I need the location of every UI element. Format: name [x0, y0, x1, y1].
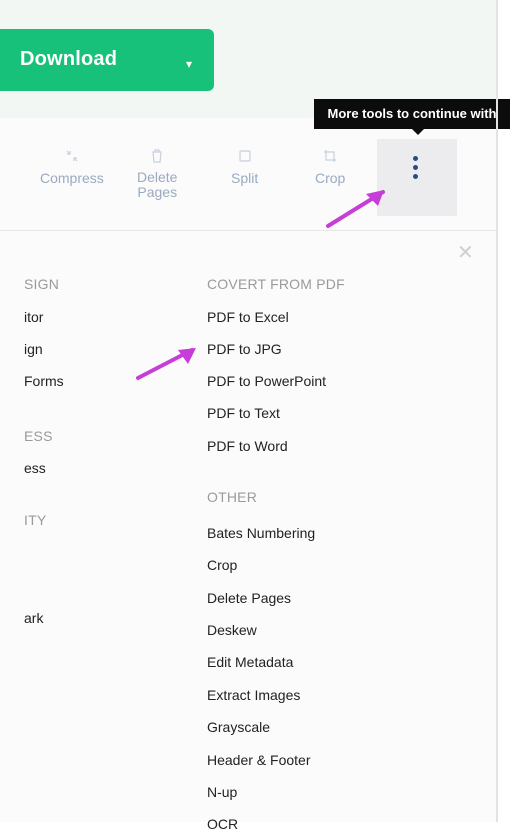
tool-label-delete-pages: Delete Pages — [137, 169, 178, 200]
split-tool[interactable]: Split — [231, 148, 258, 186]
left-menu-item[interactable]: ign — [24, 341, 43, 357]
menu-item-pdf-to-excel[interactable]: PDF to Excel — [207, 309, 289, 325]
menu-item-header-footer[interactable]: Header & Footer — [207, 752, 311, 768]
left-menu-item[interactable]: ess — [24, 460, 46, 476]
compress-icon — [66, 150, 78, 162]
tool-label-split: Split — [231, 170, 259, 186]
menu-item-deskew[interactable]: Deskew — [207, 622, 257, 638]
download-label: Download — [20, 48, 118, 70]
more-vertical-icon — [413, 156, 421, 183]
left-menu-item[interactable]: Forms — [24, 373, 64, 389]
section-title-security: ITY — [24, 512, 47, 528]
left-menu-item[interactable]: ark — [24, 610, 43, 626]
section-title-sign: SIGN — [24, 276, 60, 292]
menu-item-pdf-to-word[interactable]: PDF to Word — [207, 438, 288, 454]
split-icon — [239, 150, 251, 162]
menu-item-pdf-to-powerpoint[interactable]: PDF to PowerPoint — [207, 373, 326, 389]
tool-label-compress: Compress — [40, 170, 104, 186]
menu-item-pdf-to-jpg[interactable]: PDF to JPG — [207, 341, 282, 357]
compress-tool[interactable]: Compress — [40, 148, 104, 186]
trash-icon — [152, 149, 162, 163]
annotation-arrow-icon — [326, 190, 385, 228]
menu-item-pdf-to-text[interactable]: PDF to Text — [207, 405, 280, 421]
menu-item-ocr[interactable]: OCR — [207, 816, 238, 832]
annotation-arrow-icon — [136, 348, 196, 380]
menu-item-edit-metadata[interactable]: Edit Metadata — [207, 654, 293, 670]
more-tools-tooltip: More tools to continue with — [314, 99, 510, 135]
section-title-other: OTHER — [207, 489, 257, 505]
delete-pages-tool[interactable]: Delete Pages — [137, 148, 177, 200]
crop-icon — [324, 150, 337, 162]
menu-item-crop[interactable]: Crop — [207, 557, 237, 573]
close-icon[interactable]: ✕ — [457, 240, 474, 265]
menu-item-grayscale[interactable]: Grayscale — [207, 719, 270, 735]
download-button[interactable]: Download ▾ — [0, 29, 214, 91]
section-title-compress: ESS — [24, 428, 53, 444]
menu-item-extract-images[interactable]: Extract Images — [207, 687, 300, 703]
section-title-convert: COVERT FROM PDF — [207, 276, 345, 292]
panel-border — [496, 0, 498, 822]
menu-item-delete-pages[interactable]: Delete Pages — [207, 590, 291, 606]
left-menu-item[interactable]: itor — [24, 309, 43, 325]
menu-item-bates-numbering[interactable]: Bates Numbering — [207, 525, 315, 541]
toolbar-divider — [0, 230, 496, 231]
menu-item-n-up[interactable]: N-up — [207, 784, 237, 800]
dropdown-chevron-icon[interactable]: ▾ — [186, 57, 192, 71]
